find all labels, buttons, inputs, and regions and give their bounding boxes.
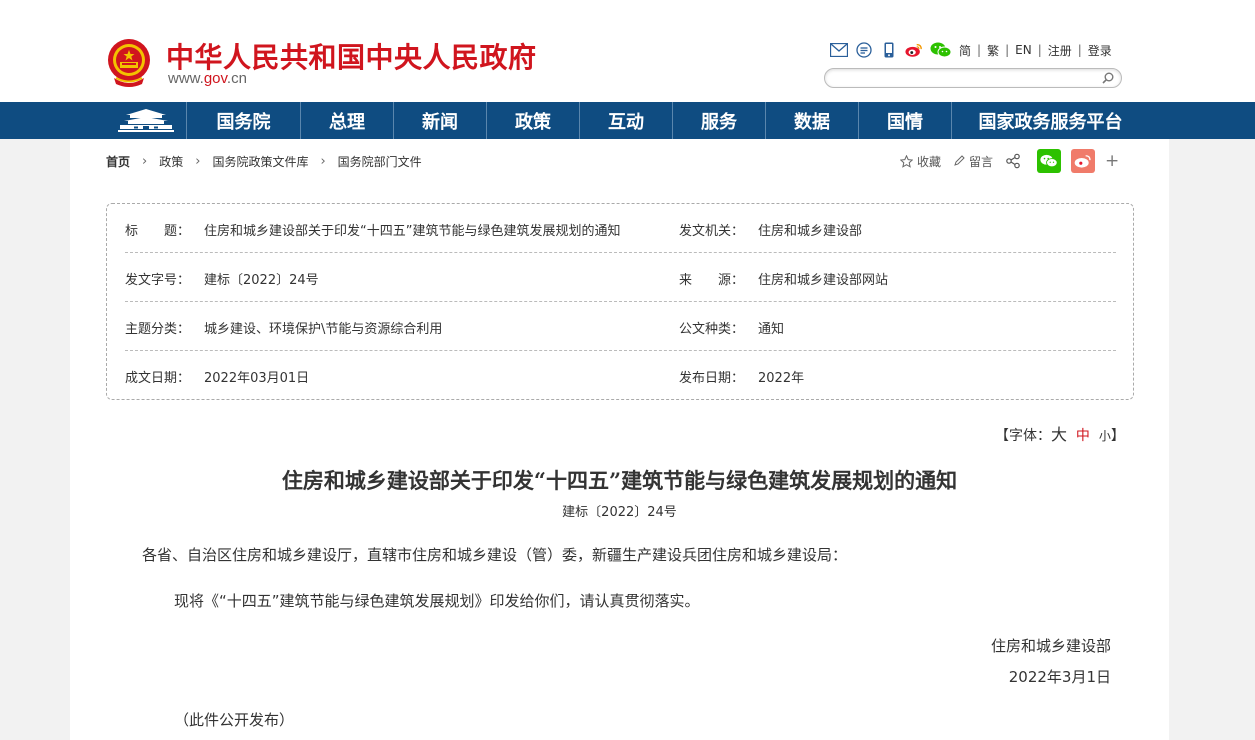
meta-type-label: 公文种类： <box>679 322 745 337</box>
breadcrumb-policy[interactable]: 政策 <box>159 153 183 170</box>
breadcrumb: 首页 › 政策 › 国务院政策文件库 › 国务院部门文件 <box>106 153 422 170</box>
weibo-icon[interactable] <box>905 41 923 59</box>
meta-category-label: 主题分类： <box>125 322 191 337</box>
comment-button[interactable]: 留言 <box>953 153 993 170</box>
article-body: 现将《“十四五”建筑节能与绿色建筑发展规划》印发给你们，请认真贯彻落实。 <box>174 592 700 610</box>
more-share-button[interactable]: + <box>1105 151 1119 171</box>
meta-source-label: 来 源： <box>679 273 745 288</box>
nav-gov-service-platform[interactable]: 国家政务服务平台 <box>951 102 1149 139</box>
traditional-chinese-link[interactable]: 繁 <box>987 42 999 59</box>
meta-row: 主题分类： 城乡建设、环境保护\节能与资源综合利用 公文种类： 通知 <box>125 302 1116 351</box>
meta-title-label: 标 题： <box>125 224 191 239</box>
document-metadata-box: 标 题： 住房和城乡建设部关于印发“十四五”建筑节能与绿色建筑发展规划的通知 发文… <box>106 203 1134 400</box>
register-link[interactable]: 注册 <box>1048 42 1072 59</box>
meta-row: 发文字号： 建标〔2022〕24号 来 源： 住房和城乡建设部网站 <box>125 253 1116 302</box>
search-icon[interactable] <box>1101 71 1115 85</box>
meta-row: 成文日期： 2022年03月01日 发布日期： 2022年 <box>125 351 1116 400</box>
breadcrumb-policy-library[interactable]: 国务院政策文件库 <box>212 153 308 170</box>
chevron-right-icon: › <box>195 154 201 169</box>
nav-home[interactable] <box>106 102 186 139</box>
search-box <box>824 68 1122 88</box>
comment-label: 留言 <box>969 154 994 169</box>
link-divider: | <box>1077 43 1082 57</box>
font-size-open: 【字体： <box>995 428 1051 444</box>
font-size-close: 】 <box>1110 428 1125 444</box>
meta-issuer-label: 发文机关： <box>679 224 745 239</box>
meta-published-date-label: 发布日期： <box>679 371 745 386</box>
top-links: 简 | 繁 | EN | 注册 | 登录 <box>830 41 1112 59</box>
nav-national-profile[interactable]: 国情 <box>858 102 951 139</box>
meta-category-value: 城乡建设、环境保护\节能与资源综合利用 <box>204 322 443 337</box>
font-size-large[interactable]: 大 <box>1051 425 1067 444</box>
nav-services[interactable]: 服务 <box>672 102 765 139</box>
nav-news[interactable]: 新闻 <box>393 102 486 139</box>
login-link[interactable]: 登录 <box>1088 42 1112 59</box>
national-emblem-icon[interactable] <box>106 38 152 88</box>
font-size-medium[interactable]: 中 <box>1076 428 1090 444</box>
main-content: 首页 › 政策 › 国务院政策文件库 › 国务院部门文件 收藏 留言 + 标 题… <box>70 139 1169 740</box>
chevron-right-icon: › <box>320 154 326 169</box>
meta-written-date-label: 成文日期： <box>125 371 191 386</box>
tiananmen-icon <box>118 108 174 132</box>
article-doc-number: 建标〔2022〕24号 <box>562 505 677 520</box>
chevron-right-icon: › <box>142 154 148 169</box>
meta-title-value: 住房和城乡建设部关于印发“十四五”建筑节能与绿色建筑发展规划的通知 <box>204 224 621 239</box>
nav-state-council[interactable]: 国务院 <box>186 102 300 139</box>
share-icon <box>1005 153 1021 169</box>
simplified-chinese-link[interactable]: 简 <box>959 42 971 59</box>
search-input[interactable] <box>835 70 1095 86</box>
rss-icon[interactable] <box>855 41 873 59</box>
font-size-small[interactable]: 小 <box>1099 429 1111 443</box>
article-signer: 住房和城乡建设部 <box>990 637 1111 655</box>
wechat-share-icon[interactable] <box>1037 149 1062 173</box>
meta-row: 标 题： 住房和城乡建设部关于印发“十四五”建筑节能与绿色建筑发展规划的通知 发文… <box>125 204 1116 253</box>
favorite-button[interactable]: 收藏 <box>900 153 941 170</box>
nav-data[interactable]: 数据 <box>765 102 858 139</box>
nav-policy[interactable]: 政策 <box>486 102 579 139</box>
nav-premier[interactable]: 总理 <box>300 102 393 139</box>
meta-source-value: 住房和城乡建设部网站 <box>758 273 889 288</box>
nav-interaction[interactable]: 互动 <box>579 102 672 139</box>
english-link[interactable]: EN <box>1015 43 1032 57</box>
article-tools: 收藏 留言 + <box>900 149 1131 173</box>
share-button[interactable] <box>1005 153 1025 169</box>
meta-docno-label: 发文字号： <box>125 273 191 288</box>
link-divider: | <box>1005 43 1010 57</box>
link-divider: | <box>977 43 982 57</box>
mail-icon[interactable] <box>830 41 848 59</box>
favorite-label: 收藏 <box>917 154 942 169</box>
main-nav: 国务院 总理 新闻 政策 互动 服务 数据 国情 国家政务服务平台 <box>0 102 1255 139</box>
pen-icon <box>953 155 965 167</box>
meta-issuer-value: 住房和城乡建设部 <box>758 224 863 239</box>
meta-published-date-value: 2022年 <box>758 371 805 386</box>
weibo-share-icon[interactable] <box>1071 149 1096 173</box>
article-date: 2022年3月1日 <box>1008 668 1111 686</box>
font-size-switcher: 【字体：大 中 小】 <box>995 421 1125 445</box>
wechat-icon[interactable] <box>930 41 952 59</box>
meta-type-value: 通知 <box>758 322 785 337</box>
site-domain: www.gov.cn <box>168 70 247 87</box>
article-publication-note: （此件公开发布） <box>174 711 295 729</box>
site-header: 中华人民共和国中央人民政府 www.gov.cn 简 | 繁 | EN | 注册… <box>0 0 1255 102</box>
meta-written-date-value: 2022年03月01日 <box>204 371 310 386</box>
breadcrumb-department-docs[interactable]: 国务院部门文件 <box>338 153 422 170</box>
article-title: 住房和城乡建设部关于印发“十四五”建筑节能与绿色建筑发展规划的通知 <box>281 468 958 493</box>
mobile-icon[interactable] <box>880 41 898 59</box>
link-divider: | <box>1037 43 1042 57</box>
meta-docno-value: 建标〔2022〕24号 <box>204 273 319 288</box>
star-icon <box>900 154 913 168</box>
breadcrumb-home[interactable]: 首页 <box>106 153 130 170</box>
article-salutation: 各省、自治区住房和城乡建设厅，直辖市住房和城乡建设（管）委，新疆生产建设兵团住房… <box>142 546 848 564</box>
